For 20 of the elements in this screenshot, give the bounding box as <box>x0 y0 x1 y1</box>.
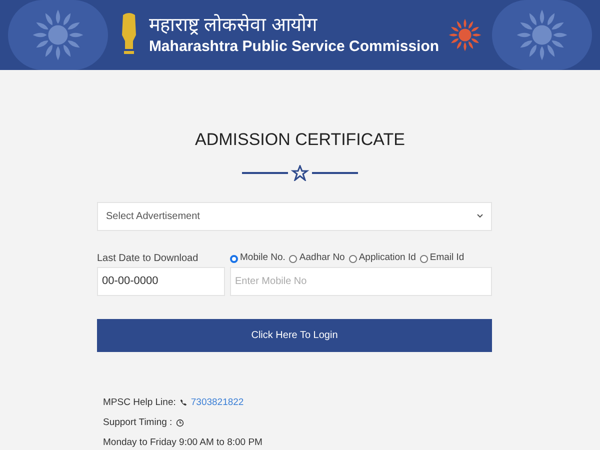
radio-option[interactable]: Mobile No. <box>230 251 286 266</box>
phone-link[interactable]: 7303821822 <box>190 396 244 410</box>
timing-text: Monday to Friday 9:00 AM to 8:00 PM <box>103 436 264 450</box>
page-heading: ADMISSION CERTIFICATE <box>194 129 405 151</box>
clock-icon <box>176 418 184 427</box>
star-divider-icon <box>242 164 358 180</box>
helpline-label: MPSC Help Line: <box>103 396 176 410</box>
radio-option[interactable]: Aadhar No <box>289 251 345 266</box>
timing-label: Support Timing : <box>103 416 172 430</box>
title-marathi: महाराष्ट्र लोकसेवा आयोग <box>148 14 318 38</box>
date-field[interactable]: 00-00-0000 <box>97 266 225 296</box>
title-english: Maharashtra Public Service Commission <box>148 38 440 56</box>
chevron-down-icon <box>477 214 483 218</box>
phone-icon <box>180 399 187 406</box>
id-input-field[interactable]: Enter Mobile No <box>230 266 492 296</box>
advertisement-select[interactable]: Select Advertisement <box>97 202 492 230</box>
radio-option[interactable]: Application Id <box>348 251 416 266</box>
login-button[interactable]: Click Here To Login <box>97 318 492 352</box>
radio-option[interactable]: Email Id <box>420 251 464 266</box>
field-label: Last Date to Download <box>97 252 200 266</box>
